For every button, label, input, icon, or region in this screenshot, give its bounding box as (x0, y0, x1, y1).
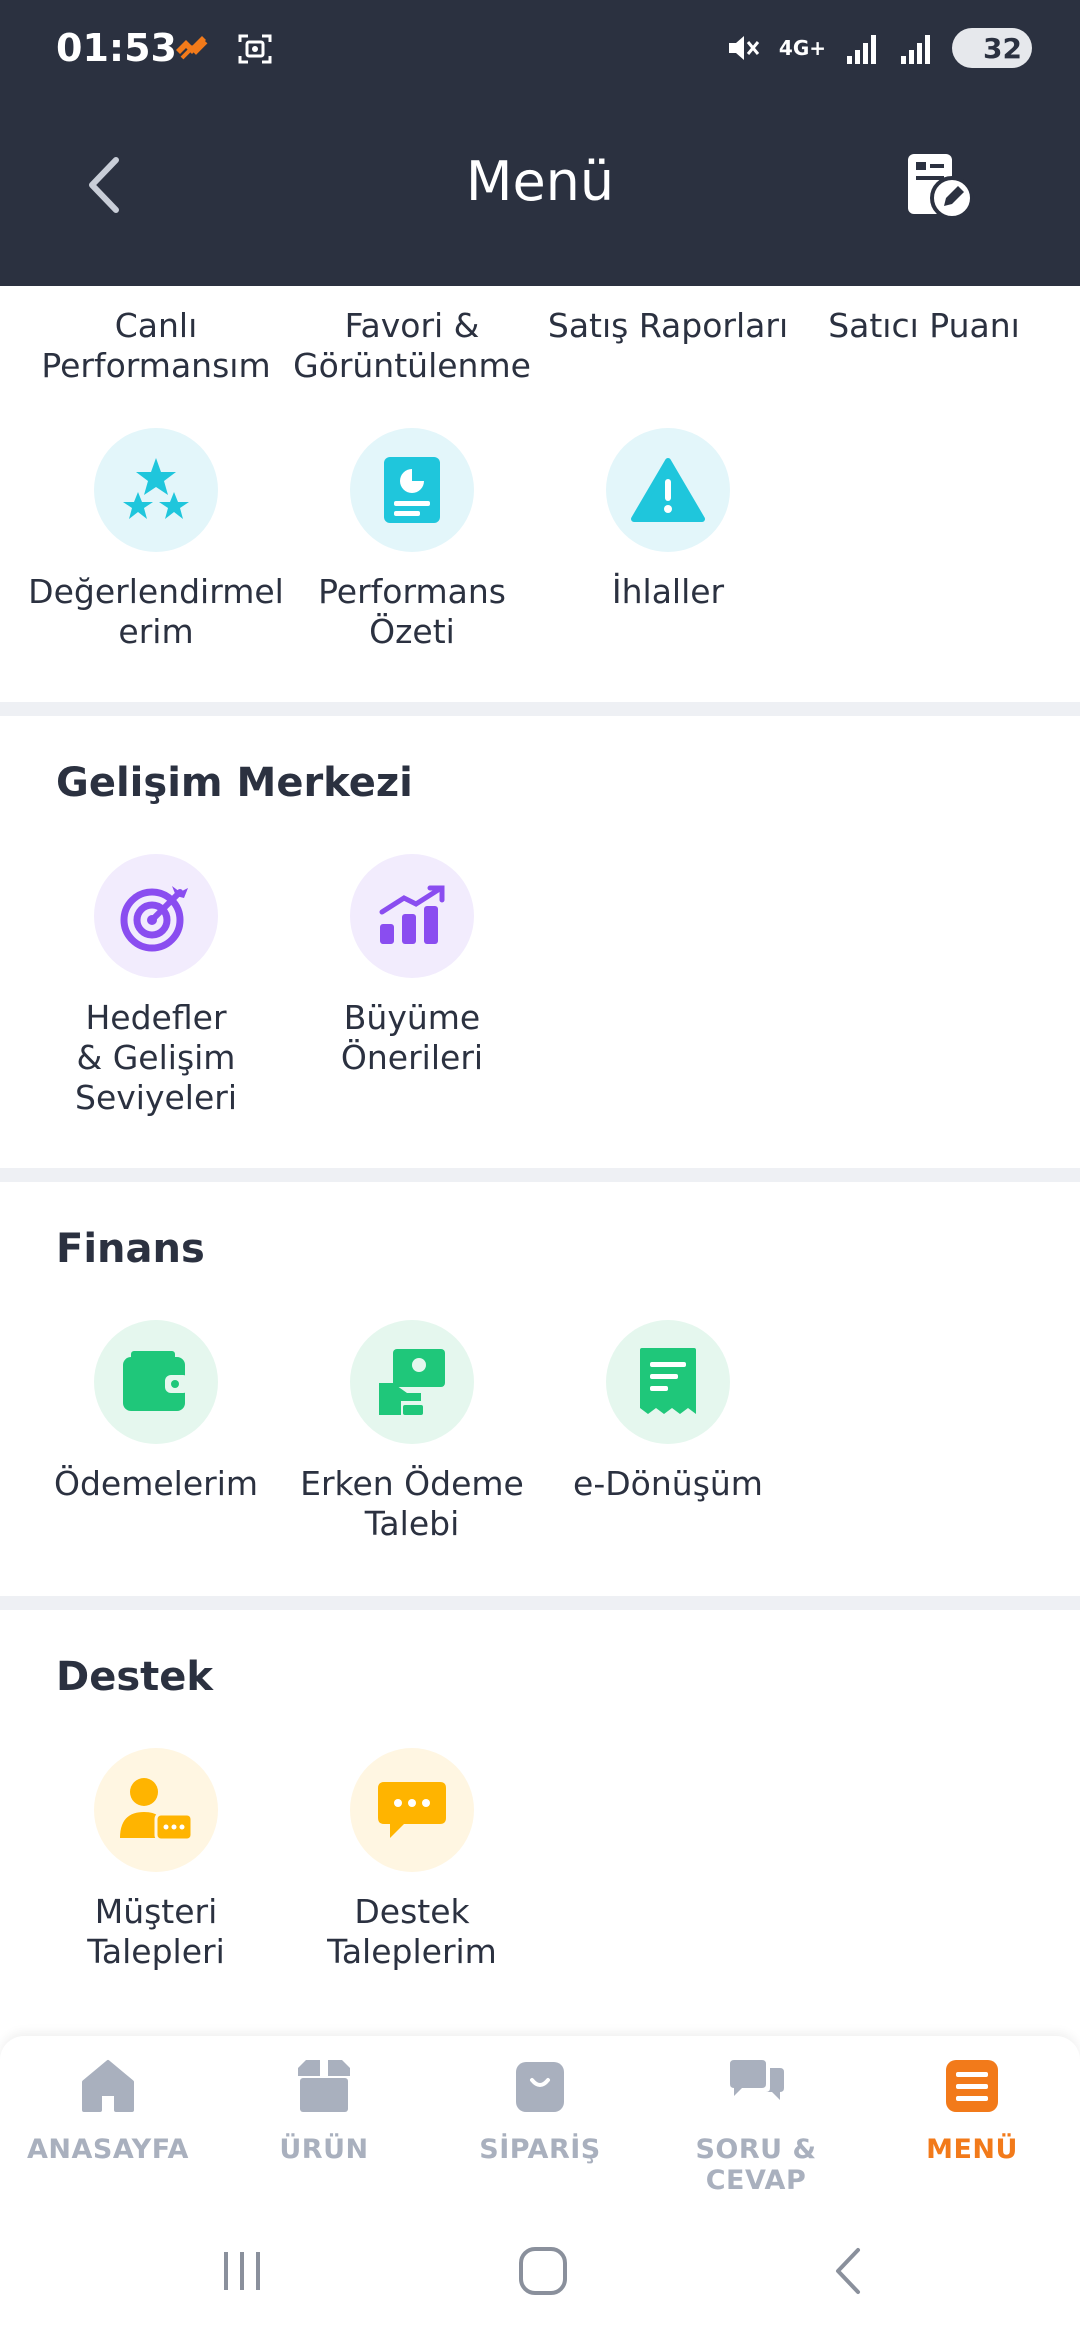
my-support-requests-item[interactable]: Destek Taleplerim (284, 1748, 540, 1972)
early-payment-label: Erken Ödeme Talebi (300, 1464, 524, 1543)
mute-icon (728, 36, 760, 60)
early-payment-item[interactable]: Erken Ödeme Talebi (284, 1320, 540, 1544)
home-icon (82, 2060, 134, 2112)
app-header: 01:53 4G+ 32 Menü (0, 0, 1080, 286)
finance-section: Finans Ödemelerim Erken Ödeme Talebi e-D… (0, 1182, 1080, 1596)
signal-icon-1 (847, 35, 876, 64)
performance-summary-item[interactable]: Performans Özeti (284, 428, 540, 652)
live-performance-item[interactable]: Canlı Performansım (28, 306, 284, 386)
goals-levels-label: Hedefler & Gelişim Seviyeleri (75, 998, 237, 1117)
battery-level: 32 (983, 31, 1022, 65)
system-navigation-bar (0, 2206, 1080, 2340)
goals-levels-item[interactable]: Hedefler & Gelişim Seviyeleri (28, 854, 284, 1118)
edit-document-icon (908, 154, 974, 220)
my-payments-label: Ödemelerim (53, 1464, 259, 1503)
reviews-label: Değerlendirmel erim (28, 572, 284, 651)
bag-icon (516, 2062, 564, 2112)
section-title: Destek (56, 1654, 213, 1700)
customer-requests-item[interactable]: Müşteri Talepleri (28, 1748, 284, 1972)
nav-home[interactable]: ANASAYFA (0, 2056, 216, 2165)
my-payments-item[interactable]: Ödemelerim (28, 1320, 284, 1504)
support-section: Destek Müşteri Talepleri Destek Talepler… (0, 1610, 1080, 2020)
status-left-icons (172, 30, 274, 68)
status-time: 01:53 (56, 26, 177, 70)
customer-requests-label: Müşteri Talepleri (87, 1892, 225, 1971)
support-chat-icon (378, 1782, 446, 1838)
box-icon (298, 2060, 350, 2112)
growth-chart-icon (379, 885, 445, 944)
signal-icon-2 (901, 35, 930, 64)
edit-menu-button[interactable] (904, 150, 976, 222)
section-title: Finans (56, 1226, 205, 1272)
nav-qa[interactable]: SORU & CEVAP (648, 2056, 864, 2196)
warning-icon (631, 458, 705, 522)
nav-qa-label: SORU & CEVAP (695, 2134, 817, 2196)
early-payment-icon (379, 1349, 445, 1415)
favorites-views-item[interactable]: Favori & Görüntülenme (284, 306, 540, 386)
nav-home-label: ANASAYFA (27, 2134, 189, 2165)
nav-orders[interactable]: SİPARİŞ (432, 2056, 648, 2165)
my-support-requests-label: Destek Taleplerim (327, 1892, 497, 1971)
development-center-section: Gelişim Merkezi Hedefler & Gelişim Seviy… (0, 716, 1080, 1168)
nav-products-label: ÜRÜN (279, 2134, 369, 2165)
section-divider (0, 702, 1080, 716)
e-transformation-item[interactable]: e-Dönüşüm (540, 1320, 796, 1504)
violations-item[interactable]: İhlaller (540, 428, 796, 612)
bottom-navigation: ANASAYFA ÜRÜN SİPARİŞ SORU & CEVAP MENÜ (0, 2036, 1080, 2206)
sales-reports-item[interactable]: Satış Raporları (540, 306, 796, 346)
app-notification-icon (176, 36, 208, 60)
nav-orders-label: SİPARİŞ (479, 2134, 601, 2165)
home-button-icon[interactable] (516, 2244, 570, 2298)
recent-apps-icon[interactable] (218, 2246, 268, 2296)
report-icon (384, 457, 440, 523)
target-icon (120, 886, 188, 952)
network-type: 4G+ (778, 36, 826, 60)
reviews-item[interactable]: Değerlendirmel erim (28, 428, 284, 652)
status-right-icons: 4G+ 32 (725, 28, 1032, 68)
system-back-icon[interactable] (826, 2244, 870, 2298)
e-transformation-label: e-Dönüşüm (573, 1464, 763, 1503)
performance-summary-label: Performans Özeti (318, 572, 506, 651)
section-divider (0, 1168, 1080, 1182)
growth-suggestions-label: Büyüme Önerileri (340, 998, 484, 1077)
e-document-icon (640, 1348, 696, 1414)
growth-suggestions-item[interactable]: Büyüme Önerileri (284, 854, 540, 1078)
seller-score-item[interactable]: Satıcı Puanı (796, 306, 1052, 346)
section-title: Gelişim Merkezi (56, 760, 413, 806)
violations-label: İhlaller (611, 572, 725, 611)
screenshot-icon (238, 34, 272, 64)
nav-menu[interactable]: MENÜ (864, 2056, 1080, 2165)
performance-section: Canlı Performansım Favori & Görüntülenme… (0, 286, 1080, 702)
chat-icon (730, 2060, 784, 2100)
battery-indicator: 32 (952, 28, 1032, 68)
stars-icon (123, 458, 189, 519)
wallet-icon (123, 1351, 189, 1411)
section-divider (0, 1596, 1080, 1610)
nav-products[interactable]: ÜRÜN (216, 2056, 432, 2165)
customer-chat-icon (120, 1778, 194, 1842)
nav-menu-label: MENÜ (926, 2134, 1018, 2165)
menu-icon (946, 2060, 998, 2112)
